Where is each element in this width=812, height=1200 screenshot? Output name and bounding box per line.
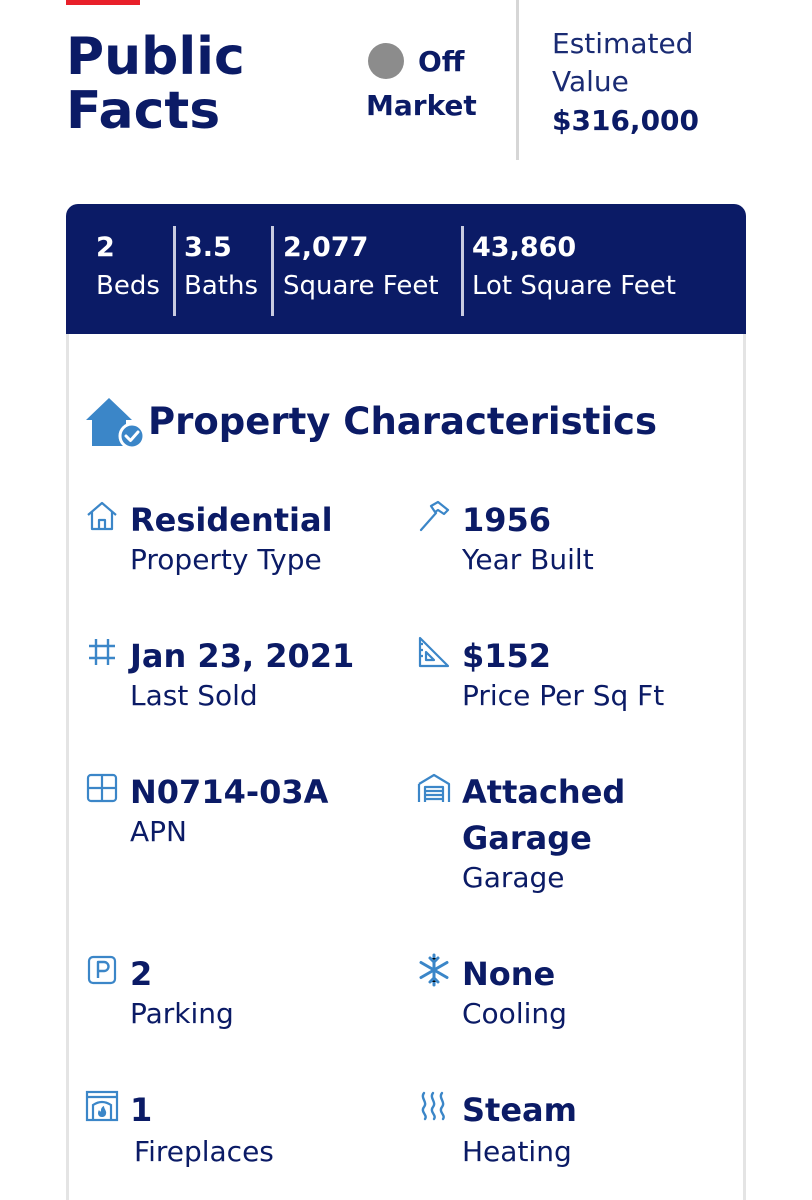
stat-beds-label: Beds bbox=[96, 271, 160, 301]
parcel-grid-icon bbox=[86, 773, 118, 803]
cooling-label: Cooling bbox=[462, 997, 567, 1030]
hashtag-icon bbox=[89, 639, 115, 665]
stat-lot-value: 43,860 bbox=[472, 232, 577, 263]
parking-value: 2 bbox=[130, 955, 153, 993]
stat-divider bbox=[271, 226, 274, 316]
last-sold-value: Jan 23, 2021 bbox=[130, 637, 355, 675]
stat-baths-value: 3.5 bbox=[184, 232, 232, 263]
estimated-value: Estimated Value $316,000 bbox=[552, 25, 802, 141]
parking-label: Parking bbox=[130, 997, 234, 1030]
stats-bar: 2 Beds 3.5 Baths 2,077 Square Feet 43,86… bbox=[66, 204, 746, 334]
fireplace-icon bbox=[85, 1090, 119, 1122]
year-built-label: Year Built bbox=[462, 543, 594, 576]
property-characteristics-title: Property Characteristics bbox=[148, 400, 657, 443]
red-accent-bar bbox=[66, 0, 140, 5]
stat-lot-label: Lot Square Feet bbox=[472, 271, 676, 301]
price-per-sqft-value: $152 bbox=[462, 637, 552, 675]
stat-beds: 2 Beds bbox=[96, 228, 160, 312]
estimate-label-line2: Value bbox=[552, 65, 629, 98]
page-title: Public Facts bbox=[66, 30, 356, 138]
estimate-label-line1: Estimated bbox=[552, 27, 694, 60]
status-dot-icon bbox=[368, 43, 404, 79]
stat-square-feet: 2,077 Square Feet bbox=[283, 228, 439, 312]
heating-value: Steam bbox=[462, 1091, 577, 1129]
year-built-value: 1956 bbox=[462, 501, 552, 539]
listing-status: Off Market bbox=[366, 42, 506, 124]
stat-baths: 3.5 Baths bbox=[184, 228, 258, 312]
public-facts-page: Public Facts Off Market Estimated Value … bbox=[0, 0, 812, 1200]
property-type-label: Property Type bbox=[130, 543, 322, 576]
snowflake-icon bbox=[419, 953, 449, 987]
fireplaces-value: 1 bbox=[130, 1091, 153, 1129]
garage-value-line1: Attached bbox=[462, 773, 626, 811]
last-sold-label: Last Sold bbox=[130, 679, 258, 712]
property-characteristics-card bbox=[66, 334, 746, 1200]
stat-beds-value: 2 bbox=[96, 232, 115, 263]
apn-label: APN bbox=[130, 815, 187, 848]
fireplaces-label: Fireplaces bbox=[134, 1135, 274, 1168]
house-check-icon bbox=[86, 398, 146, 450]
house-outline-icon bbox=[87, 501, 117, 531]
garage-label: Garage bbox=[462, 861, 565, 894]
status-text-line1: Off bbox=[418, 44, 465, 78]
page-title-line2: Facts bbox=[66, 81, 221, 141]
page-title-line1: Public bbox=[66, 27, 245, 87]
header-divider bbox=[516, 0, 519, 160]
property-type-value: Residential bbox=[130, 501, 333, 539]
stat-sqft-value: 2,077 bbox=[283, 232, 369, 263]
stat-lot-square-feet: 43,860 Lot Square Feet bbox=[472, 228, 676, 312]
stat-divider bbox=[173, 226, 176, 316]
garage-value-line2: Garage bbox=[462, 819, 592, 857]
heating-label: Heating bbox=[462, 1135, 572, 1168]
stat-baths-label: Baths bbox=[184, 271, 258, 301]
heat-waves-icon bbox=[421, 1091, 445, 1121]
hammer-icon bbox=[419, 500, 450, 532]
parking-icon bbox=[87, 955, 117, 985]
stat-divider bbox=[461, 226, 464, 316]
stat-sqft-label: Square Feet bbox=[283, 271, 439, 301]
garage-icon bbox=[417, 773, 451, 802]
cooling-value: None bbox=[462, 955, 556, 993]
estimate-value: $316,000 bbox=[552, 104, 700, 137]
status-text-line2: Market bbox=[366, 89, 477, 122]
price-per-sqft-label: Price Per Sq Ft bbox=[462, 679, 665, 712]
apn-value: N0714-03A bbox=[130, 773, 329, 811]
ruler-triangle-icon bbox=[418, 636, 450, 668]
